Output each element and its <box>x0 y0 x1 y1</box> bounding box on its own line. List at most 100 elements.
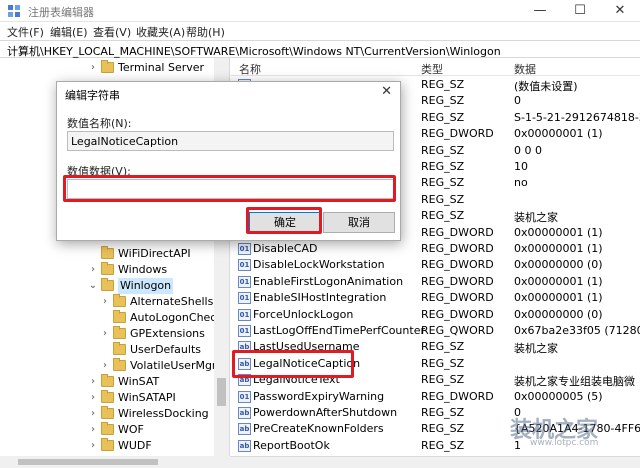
value-row[interactable]: 01 DisableLockWorkstation REG_DWORD 0x00000… <box>231 257 640 273</box>
tree-item-label: Terminal Server <box>118 61 205 74</box>
binary-value-icon: 01 <box>238 275 251 288</box>
value-type: REG_DWORD <box>421 242 494 255</box>
chevron-right-icon[interactable]: › <box>100 326 110 342</box>
value-name: DisableCAD <box>253 242 318 255</box>
value-type: REG_SZ <box>421 192 465 206</box>
value-row[interactable]: 01 EnableSIHostIntegration REG_DWORD 0x0000… <box>231 290 640 306</box>
close-button[interactable]: ✕ <box>600 0 640 22</box>
chevron-right-icon[interactable]: › <box>88 406 98 422</box>
value-data: 装机之家专业组装电脑微 <box>514 375 635 389</box>
value-data-label: 数值数据(V): <box>67 165 131 178</box>
value-type: REG_SZ <box>421 422 465 436</box>
chevron-right-icon[interactable]: › <box>88 374 98 390</box>
edit-string-dialog: 编辑字符串 ✕ 数值名称(N): LegalNoticeCaption 数值数据… <box>56 81 401 241</box>
address-path[interactable]: 计算机\HKEY_LOCAL_MACHINE\SOFTWARE\Microsof… <box>7 43 501 59</box>
value-data: 0x00000001 (1) <box>514 225 603 239</box>
tree-item-label: Windows <box>118 263 168 276</box>
menu-edit[interactable]: 编辑(E) <box>50 24 88 40</box>
menu-help[interactable]: 帮助(H) <box>186 24 225 40</box>
value-data: 0x67ba2e33f05 (712808 <box>514 324 640 337</box>
folder-icon <box>101 262 114 275</box>
chevron-right-icon[interactable]: › <box>88 262 98 278</box>
value-name: LegalNoticeText <box>253 373 340 387</box>
ok-button[interactable]: 确定 <box>249 212 321 233</box>
string-value-icon: ab <box>238 341 251 354</box>
value-type: REG_QWORD <box>421 324 494 337</box>
value-name: LegalNoticeCaption <box>253 356 361 370</box>
value-data: 装机之家 <box>514 211 558 225</box>
value-type: REG_DWORD <box>421 389 494 403</box>
menu-bar: 文件(F) 编辑(E) 查看(V) 收藏夹(A) 帮助(H) <box>0 22 640 40</box>
watermark-url: www.lotpc.com <box>530 438 599 448</box>
binary-value-icon: 01 <box>238 325 251 337</box>
string-value-icon: ab <box>238 374 251 387</box>
menu-file[interactable]: 文件(F) <box>7 24 44 40</box>
value-data: S-1-5-21-2912674818-3 <box>514 110 640 124</box>
value-type: REG_SZ <box>421 110 465 124</box>
value-row[interactable]: ab LegalNoticeCaption REG_SZ <box>231 356 640 372</box>
scrollbar-thumb[interactable] <box>217 378 226 406</box>
binary-value-icon: 01 <box>238 259 251 272</box>
minimize-button[interactable]: — <box>520 0 560 22</box>
window-title: 注册表编辑器 <box>28 6 94 19</box>
chevron-right-icon[interactable]: › <box>88 390 98 406</box>
binary-value-icon: 01 <box>238 308 251 321</box>
chevron-right-icon[interactable]: › <box>88 422 98 438</box>
folder-icon <box>113 358 126 371</box>
value-data: 0 0 0 <box>514 143 542 157</box>
tree-horizontal-scrollbar[interactable] <box>0 456 230 468</box>
column-header-data[interactable]: 数据 <box>514 61 536 77</box>
value-type: REG_SZ <box>421 78 465 91</box>
column-header-type[interactable]: 类型 <box>421 61 443 77</box>
value-name-field: LegalNoticeCaption <box>67 131 394 151</box>
chevron-right-icon[interactable]: › <box>100 294 110 310</box>
column-header-name[interactable]: 名称 <box>239 61 261 77</box>
value-row[interactable]: 01 DisableCAD REG_DWORD 0x00000001 (1) <box>231 241 640 257</box>
address-bar[interactable]: 计算机\HKEY_LOCAL_MACHINE\SOFTWARE\Microsof… <box>0 40 640 58</box>
chevron-right-icon[interactable]: › <box>100 358 110 374</box>
value-row[interactable]: 01 EnableFirstLogonAnimation REG_DWORD 0x00… <box>231 274 640 290</box>
folder-icon <box>101 60 114 73</box>
value-data: 0x00000001 (1) <box>514 274 603 288</box>
value-data-input[interactable] <box>67 179 394 199</box>
tree-item-label: UserDefaults <box>130 343 201 356</box>
value-type: REG_DWORD <box>421 274 494 288</box>
title-bar: 注册表编辑器 — ☐ ✕ <box>0 0 640 22</box>
value-name: PasswordExpiryWarning <box>253 389 385 403</box>
cancel-button[interactable]: 取消 <box>323 212 395 233</box>
value-row[interactable]: 01 LastLogOffEndTimePerfCounter REG_QWORD 0… <box>231 323 640 339</box>
value-row[interactable]: ab LegalNoticeText REG_SZ 装机之家专业组装电脑微 <box>231 372 640 388</box>
value-data: 0x00000001 (1) <box>514 291 603 305</box>
value-row[interactable]: 01 ForceUnlockLogon REG_DWORD 0x00000000 (0… <box>231 307 640 323</box>
folder-icon <box>113 310 126 323</box>
tree-item-label: WinSATAPI <box>118 391 176 404</box>
chevron-right-icon[interactable]: › <box>88 438 98 454</box>
value-type: REG_SZ <box>421 373 465 387</box>
dialog-close-button[interactable]: ✕ <box>381 84 392 99</box>
value-data: 0x00000001 (1) <box>514 242 603 255</box>
tree-item-label: AlternateShells <box>130 295 214 308</box>
value-row[interactable]: ab LastUsedUsername REG_SZ 装机之家 <box>231 339 640 355</box>
value-type: REG_SZ <box>421 209 465 223</box>
value-name: PreCreateKnownFolders <box>253 422 384 436</box>
chevron-right-icon[interactable]: › <box>88 60 98 76</box>
scrollbar-thumb[interactable] <box>18 459 158 465</box>
value-data: 0x00000000 (0) <box>514 258 603 272</box>
menu-view[interactable]: 查看(V) <box>93 24 131 40</box>
tree-item-label: Winlogon <box>118 278 174 294</box>
value-data: 10 <box>514 160 528 173</box>
value-name: DisableLockWorkstation <box>253 258 385 272</box>
maximize-button[interactable]: ☐ <box>560 0 600 22</box>
tree-item-label: GPExtensions <box>130 327 205 340</box>
value-row[interactable]: 01 PasswordExpiryWarning REG_DWORD 0x000000… <box>231 389 640 405</box>
chevron-down-icon[interactable]: ⌄ <box>88 278 98 294</box>
menu-favorites[interactable]: 收藏夹(A) <box>136 24 185 40</box>
value-type: REG_SZ <box>421 143 465 157</box>
binary-value-icon: 01 <box>238 390 251 403</box>
value-type: REG_SZ <box>421 94 465 108</box>
tree-item-label: WirelessDocking <box>118 407 209 420</box>
value-name: LastUsedUsername <box>253 340 360 354</box>
value-name: LastLogOffEndTimePerfCounter <box>253 324 425 337</box>
value-data: 0x00000005 (5) <box>514 389 603 403</box>
value-type: REG_DWORD <box>421 225 494 239</box>
